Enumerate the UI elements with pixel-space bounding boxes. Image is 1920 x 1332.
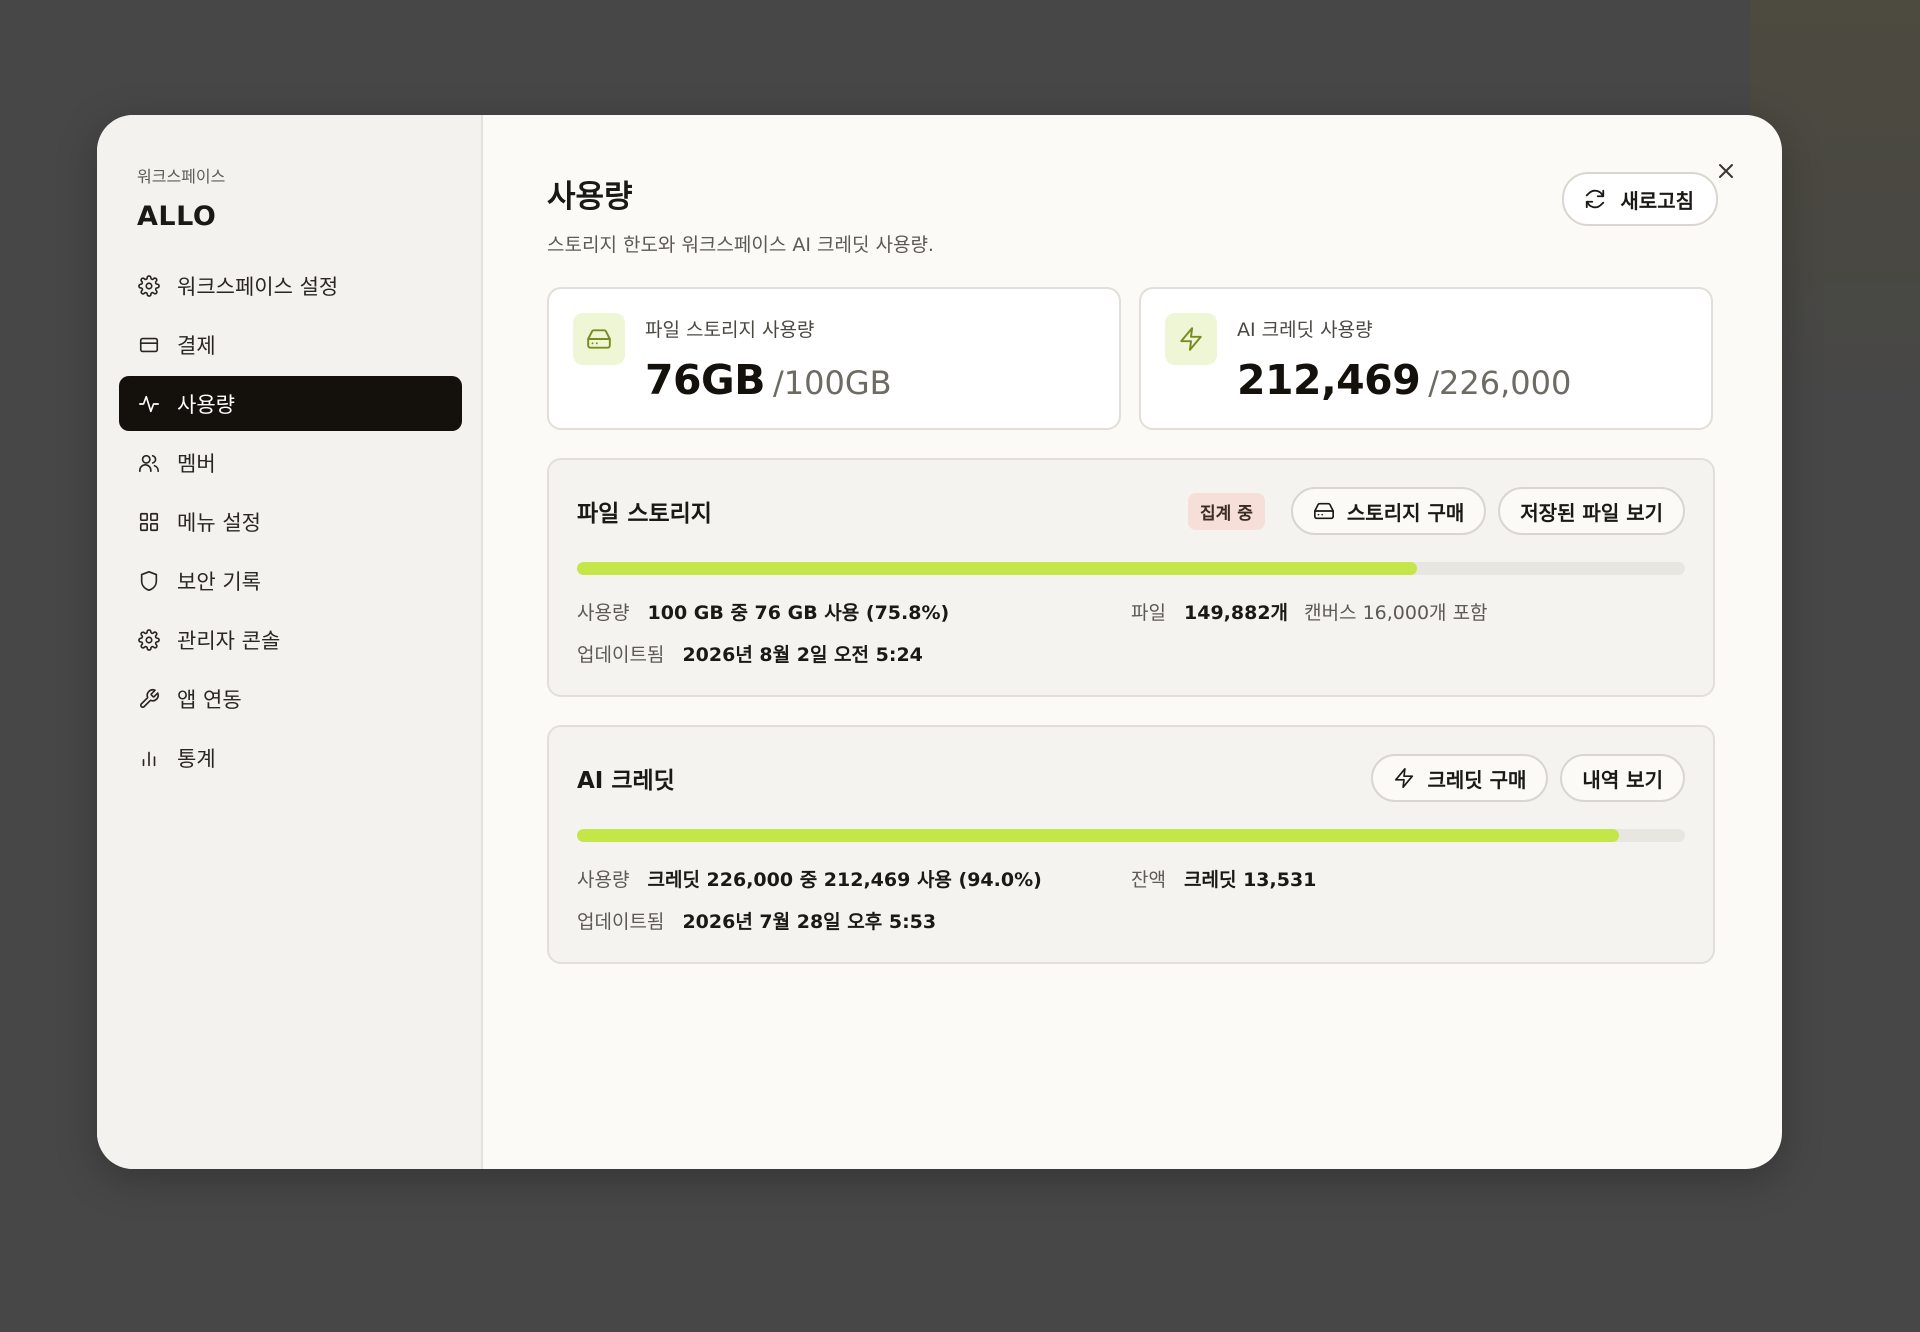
storage-progress-track <box>577 562 1685 575</box>
gear-icon <box>137 274 161 298</box>
hard-drive-icon <box>1313 502 1334 520</box>
sidebar-item-admin-console[interactable]: 관리자 콘솔 <box>119 612 462 667</box>
refresh-label: 새로고침 <box>1620 188 1694 213</box>
activity-icon <box>137 392 161 416</box>
sidebar-item-workspace-settings[interactable]: 워크스페이스 설정 <box>119 258 462 313</box>
storage-stat-label: 파일 스토리지 사용량 <box>645 319 815 341</box>
sidebar-item-label: 관리자 콘솔 <box>177 628 281 653</box>
lightning-icon <box>1165 313 1217 365</box>
buy-storage-label: 스토리지 구매 <box>1346 500 1465 525</box>
refresh-button[interactable]: 새로고침 <box>1562 172 1718 226</box>
page-subtitle: 스토리지 한도와 워크스페이스 AI 크레딧 사용량. <box>547 234 934 256</box>
sidebar-item-label: 멤버 <box>177 451 216 476</box>
page-title: 사용량 <box>547 179 633 215</box>
credit-updated-key: 업데이트됨 <box>577 911 665 933</box>
settings-sidebar: 워크스페이스 ALLO 워크스페이스 설정 결제 사용량 멤버 메뉴 설정 보안… <box>97 115 483 1169</box>
balance-key: 잔액 <box>1131 869 1166 891</box>
sidebar-item-label: 보안 기록 <box>177 569 261 594</box>
buy-credits-label: 크레딧 구매 <box>1427 767 1527 792</box>
workspace-caption: 워크스페이스 <box>137 167 226 186</box>
lightning-icon <box>1395 768 1414 788</box>
files-key: 파일 <box>1131 602 1166 624</box>
files-note: 캔버스 16,000개 포함 <box>1304 602 1488 624</box>
balance-value: 크레딧 13,531 <box>1184 869 1317 891</box>
grid-icon <box>137 510 161 534</box>
storage-panel: 파일 스토리지 집계 중 스토리지 구매 저장된 파일 보기 사용량 100 G… <box>547 458 1715 697</box>
credit-updated-value: 2026년 7월 28일 오후 5:53 <box>682 911 937 933</box>
credit-card-icon <box>137 333 161 357</box>
settings-nav: 워크스페이스 설정 결제 사용량 멤버 메뉴 설정 보안 기록 관리자 콘솔 앱… <box>97 258 481 785</box>
workspace-name: ALLO <box>137 201 217 232</box>
storage-updated-value: 2026년 8월 2일 오전 5:24 <box>682 644 923 666</box>
usage-main: 사용량 스토리지 한도와 워크스페이스 AI 크레딧 사용량. 새로고침 파일 … <box>483 115 1782 1169</box>
credit-progress-track <box>577 829 1685 842</box>
hard-drive-icon <box>573 313 625 365</box>
sidebar-item-app-integrations[interactable]: 앱 연동 <box>119 671 462 726</box>
status-badge: 집계 중 <box>1188 492 1265 530</box>
bar-chart-icon <box>137 746 161 770</box>
gear-icon <box>137 628 161 652</box>
settings-modal: 워크스페이스 ALLO 워크스페이스 설정 결제 사용량 멤버 메뉴 설정 보안… <box>97 115 1782 1169</box>
sidebar-item-label: 메뉴 설정 <box>177 510 261 535</box>
sidebar-item-usage[interactable]: 사용량 <box>119 376 462 431</box>
buy-storage-button[interactable]: 스토리지 구매 <box>1290 487 1487 535</box>
credit-panel-title: AI 크레딧 <box>577 768 675 794</box>
view-files-label: 저장된 파일 보기 <box>1520 500 1663 525</box>
sidebar-item-statistics[interactable]: 통계 <box>119 730 462 785</box>
sidebar-item-label: 통계 <box>177 746 216 771</box>
close-icon <box>1719 164 1733 178</box>
sidebar-item-label: 사용량 <box>177 392 235 417</box>
stat-cards: 파일 스토리지 사용량 76GB /100GB AI 크레딧 사용량 212,4… <box>547 287 1718 430</box>
storage-updated-key: 업데이트됨 <box>577 644 665 666</box>
storage-stat-value: 76GB <box>645 356 765 404</box>
view-history-button[interactable]: 내역 보기 <box>1560 754 1685 802</box>
sidebar-item-menu-settings[interactable]: 메뉴 설정 <box>119 494 462 549</box>
view-history-label: 내역 보기 <box>1582 767 1663 792</box>
sidebar-item-label: 워크스페이스 설정 <box>177 274 339 299</box>
storage-usage-key: 사용량 <box>577 602 630 624</box>
credit-stat-limit: /226,000 <box>1428 364 1572 402</box>
storage-stat-card: 파일 스토리지 사용량 76GB /100GB <box>547 287 1121 430</box>
sidebar-item-label: 결제 <box>177 333 216 358</box>
credit-stat-card: AI 크레딧 사용량 212,469 /226,000 <box>1139 287 1713 430</box>
credit-usage-key: 사용량 <box>577 869 630 891</box>
view-files-button[interactable]: 저장된 파일 보기 <box>1498 487 1685 535</box>
refresh-icon <box>1586 189 1605 209</box>
wrench-icon <box>137 687 161 711</box>
sidebar-item-members[interactable]: 멤버 <box>119 435 462 490</box>
storage-panel-title: 파일 스토리지 <box>577 501 712 527</box>
credit-stat-value: 212,469 <box>1237 356 1421 404</box>
close-button[interactable] <box>1714 159 1740 185</box>
users-icon <box>137 451 161 475</box>
credit-progress-fill <box>577 829 1619 842</box>
sidebar-item-label: 앱 연동 <box>177 687 242 712</box>
storage-usage-value: 100 GB 중 76 GB 사용 (75.8%) <box>647 602 950 624</box>
shield-icon <box>137 569 161 593</box>
storage-progress-fill <box>577 562 1417 575</box>
sidebar-item-security-log[interactable]: 보안 기록 <box>119 553 462 608</box>
buy-credits-button[interactable]: 크레딧 구매 <box>1371 754 1549 802</box>
storage-stat-limit: /100GB <box>772 364 892 402</box>
credit-usage-value: 크레딧 226,000 중 212,469 사용 (94.0%) <box>647 869 1042 891</box>
files-value: 149,882개 <box>1184 602 1289 624</box>
sidebar-item-billing[interactable]: 결제 <box>119 317 462 372</box>
credit-stat-label: AI 크레딧 사용량 <box>1237 319 1373 341</box>
credit-panel: AI 크레딧 크레딧 구매 내역 보기 사용량 크레딧 226,000 중 21… <box>547 725 1715 964</box>
